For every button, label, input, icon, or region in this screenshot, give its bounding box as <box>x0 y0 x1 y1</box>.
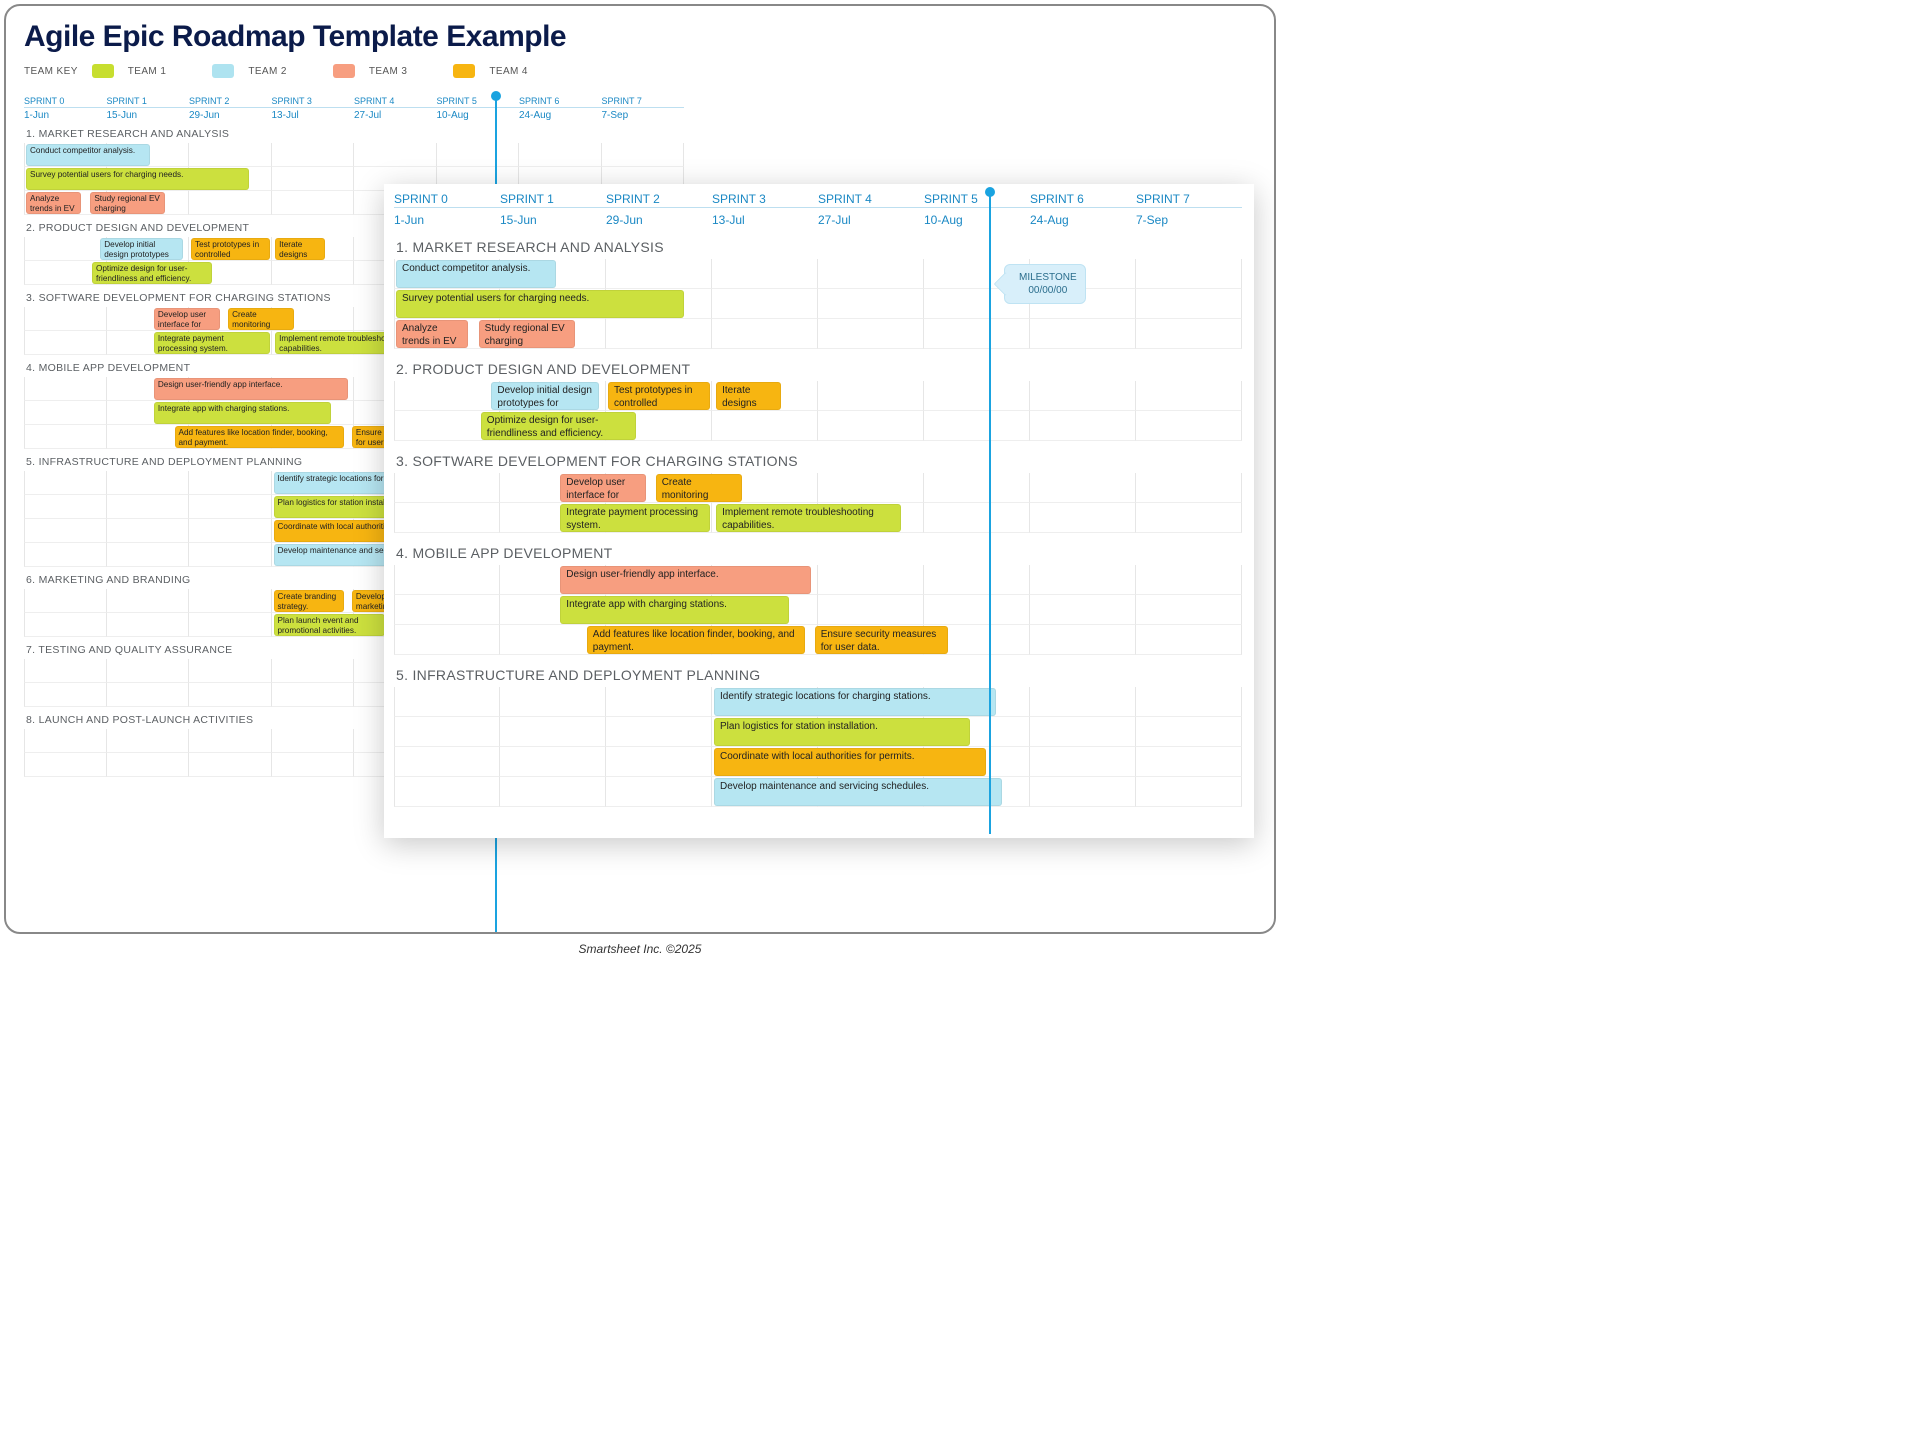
task-bar[interactable]: Survey potential users for charging need… <box>26 168 249 190</box>
task-bar[interactable]: Coordinate with local authorities for pe… <box>714 748 986 776</box>
task-bar[interactable]: Plan launch event and promotional activi… <box>274 614 386 636</box>
sprint-date: 24-Aug <box>519 110 602 121</box>
sprint-date: 13-Jul <box>712 213 818 227</box>
task-bar[interactable]: Test prototypes in controlled environmen… <box>191 238 270 260</box>
task-bar[interactable]: Design user-friendly app interface. <box>154 378 348 400</box>
task-bar[interactable]: Create monitoring system for station sta… <box>656 474 742 502</box>
sprint-header: SPRINT 4 <box>354 96 437 107</box>
task-bar[interactable]: Survey potential users for charging need… <box>396 290 684 318</box>
team-label: TEAM 1 <box>128 66 167 77</box>
page-title: Agile Epic Roadmap Template Example <box>24 20 1274 54</box>
task-bar[interactable]: Add features like location finder, booki… <box>175 426 344 448</box>
sprint-date: 1-Jun <box>24 110 107 121</box>
sprint-date: 29-Jun <box>606 213 712 227</box>
roadmap-zoom: MILESTONE 00/00/00 SPRINT 0SPRINT 1SPRIN… <box>384 184 1254 838</box>
task-bar[interactable]: Develop user interface for charging stat… <box>154 308 220 330</box>
task-bar[interactable]: Develop maintenance and servicing schedu… <box>714 778 1002 806</box>
section-title: 2. PRODUCT DESIGN AND DEVELOPMENT <box>396 361 1244 377</box>
team-swatch <box>92 64 114 78</box>
task-bar[interactable]: Optimize design for user-friendliness an… <box>92 262 212 284</box>
team-swatch <box>212 64 234 78</box>
sprint-date: 29-Jun <box>189 110 272 121</box>
sprint-date: 7-Sep <box>602 110 685 121</box>
sprint-date: 15-Jun <box>107 110 190 121</box>
task-bar[interactable]: Optimize design for user-friendliness an… <box>481 412 636 440</box>
team-label: TEAM 4 <box>489 66 528 77</box>
task-bar[interactable]: Create monitoring system for station sta… <box>228 308 294 330</box>
legend-label: TEAM KEY <box>24 66 78 77</box>
sprint-date: 7-Sep <box>1136 213 1242 227</box>
task-bar[interactable]: Test prototypes in controlled environmen… <box>608 382 710 410</box>
task-bar[interactable]: Study regional EV charging infrastructur… <box>90 192 164 214</box>
sprint-date: 1-Jun <box>394 213 500 227</box>
sprint-header: SPRINT 5 <box>924 192 1030 207</box>
sprint-date: 27-Jul <box>818 213 924 227</box>
task-bar[interactable]: Ensure security measures for user data. <box>815 626 949 654</box>
sprint-date: 10-Aug <box>924 213 1030 227</box>
sprint-header: SPRINT 1 <box>500 192 606 207</box>
section-title: 5. INFRASTRUCTURE AND DEPLOYMENT PLANNIN… <box>396 667 1244 683</box>
section-title: 4. MOBILE APP DEVELOPMENT <box>396 545 1244 561</box>
sprint-header: SPRINT 2 <box>189 96 272 107</box>
task-bar[interactable]: Integrate payment processing system. <box>560 504 710 532</box>
footer-credit: Smartsheet Inc. ©2025 <box>0 942 1280 956</box>
sprint-header: SPRINT 6 <box>1030 192 1136 207</box>
task-bar[interactable]: Develop initial design prototypes for ch… <box>491 382 598 410</box>
sprint-header: SPRINT 3 <box>712 192 818 207</box>
task-bar[interactable]: Integrate app with charging stations. <box>560 596 789 624</box>
task-bar[interactable]: Add features like location finder, booki… <box>587 626 806 654</box>
sprint-header: SPRINT 1 <box>107 96 190 107</box>
task-bar[interactable]: Develop user interface for charging stat… <box>560 474 646 502</box>
sprint-date: 10-Aug <box>437 110 520 121</box>
sprint-header: SPRINT 5 <box>437 96 520 107</box>
sprint-date: 15-Jun <box>500 213 606 227</box>
task-bar[interactable]: Integrate app with charging stations. <box>154 402 332 424</box>
task-bar[interactable]: Develop initial design prototypes for ch… <box>100 238 183 260</box>
section-title: 1. MARKET RESEARCH AND ANALYSIS <box>26 128 684 140</box>
sprint-header: SPRINT 0 <box>394 192 500 207</box>
task-bar[interactable]: Create branding strategy. <box>274 590 344 612</box>
task-bar[interactable]: Analyze trends in EV usage. <box>396 320 468 348</box>
sprint-header: SPRINT 0 <box>24 96 107 107</box>
sprint-header: SPRINT 4 <box>818 192 924 207</box>
sprint-date: 13-Jul <box>272 110 355 121</box>
section-title: 1. MARKET RESEARCH AND ANALYSIS <box>396 239 1244 255</box>
task-bar[interactable]: Identify strategic locations for chargin… <box>714 688 996 716</box>
task-bar[interactable]: Plan logistics for station installation. <box>714 718 970 746</box>
team-swatch <box>453 64 475 78</box>
sprint-header: SPRINT 7 <box>1136 192 1242 207</box>
task-bar[interactable]: Design user-friendly app interface. <box>560 566 810 594</box>
sprint-header: SPRINT 7 <box>602 96 685 107</box>
team-legend: TEAM KEY TEAM 1 TEAM 2 TEAM 3 TEAM 4 <box>24 64 1274 78</box>
task-bar[interactable]: Implement remote troubleshooting capabil… <box>716 504 901 532</box>
milestone-marker: MILESTONE 00/00/00 <box>1004 264 1086 304</box>
sprint-date: 24-Aug <box>1030 213 1136 227</box>
sprint-header: SPRINT 6 <box>519 96 602 107</box>
team-swatch <box>333 64 355 78</box>
section-title: 3. SOFTWARE DEVELOPMENT FOR CHARGING STA… <box>396 453 1244 469</box>
task-bar[interactable]: Conduct competitor analysis. <box>396 260 556 288</box>
task-bar[interactable]: Analyze trends in EV usage. <box>26 192 81 214</box>
sprint-header: SPRINT 2 <box>606 192 712 207</box>
task-bar[interactable]: Integrate payment processing system. <box>154 332 270 354</box>
sprint-header: SPRINT 3 <box>272 96 355 107</box>
team-label: TEAM 2 <box>248 66 287 77</box>
task-bar[interactable]: Study regional EV charging infrastructur… <box>479 320 576 348</box>
task-bar[interactable]: Iterate designs based on feedback. <box>716 382 781 410</box>
task-bar[interactable]: Iterate designs based on feedback. <box>275 238 325 260</box>
team-label: TEAM 3 <box>369 66 408 77</box>
sprint-date: 27-Jul <box>354 110 437 121</box>
task-bar[interactable]: Conduct competitor analysis. <box>26 144 150 166</box>
